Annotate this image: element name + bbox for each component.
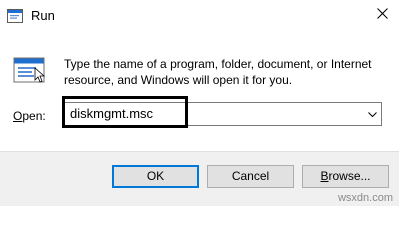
open-label: Open:: [13, 108, 46, 124]
window-title: Run: [31, 8, 55, 23]
ok-button[interactable]: OK: [112, 165, 199, 188]
cancel-button[interactable]: Cancel: [207, 165, 294, 188]
dialog-description: Type the name of a program, folder, docu…: [64, 57, 372, 87]
watermark-text: wsxdn.com: [337, 192, 393, 204]
open-label-text: pen:: [22, 109, 46, 123]
button-footer: OK Cancel Browse... wsxdn.com: [0, 151, 399, 206]
browse-button[interactable]: Browse...: [302, 165, 389, 188]
chevron-down-icon: [367, 105, 377, 123]
browse-accelerator: B: [320, 169, 329, 183]
browse-label: rowse...: [328, 169, 371, 183]
run-dialog: Run Type the name of a program, folder, …: [0, 0, 399, 206]
command-combobox[interactable]: diskmgmt.msc: [64, 102, 382, 126]
close-button[interactable]: [365, 0, 399, 30]
close-icon: [376, 6, 388, 24]
dropdown-button[interactable]: [363, 103, 381, 125]
open-label-accelerator: O: [13, 109, 23, 123]
dialog-body: Type the name of a program, folder, docu…: [0, 30, 399, 151]
run-app-icon: [13, 54, 47, 86]
command-input[interactable]: diskmgmt.msc: [70, 106, 153, 122]
run-icon: [7, 9, 23, 23]
title-bar: Run: [0, 0, 399, 30]
